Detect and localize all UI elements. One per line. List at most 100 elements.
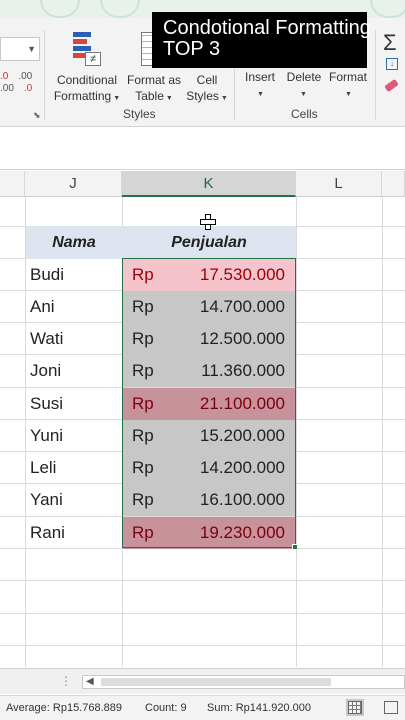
- sales-cell[interactable]: Rp 19.230.000: [123, 517, 295, 549]
- sales-cell[interactable]: Rp 17.530.000: [123, 259, 295, 291]
- name-cell[interactable]: Ani: [30, 291, 122, 323]
- sales-cell[interactable]: Rp 14.200.000: [123, 452, 295, 484]
- sheet-tab-bar: ⋮ ◀: [0, 668, 405, 694]
- number-format-buttons: .0.00 .00.0: [0, 72, 42, 94]
- currency-label: Rp: [132, 523, 154, 542]
- divider: [375, 30, 376, 120]
- corner-header: [0, 171, 25, 197]
- chevron-down-icon: ▼: [257, 91, 264, 98]
- name-cell[interactable]: Yani: [30, 484, 122, 516]
- decimal-label-a: .00: [0, 83, 14, 94]
- amount-value: 11.360.000: [201, 361, 285, 380]
- header-cell-penjualan[interactable]: Penjualan: [122, 226, 296, 259]
- insert-button[interactable]: Insert: [240, 69, 280, 85]
- format-label: Format: [328, 70, 367, 84]
- gridline: [296, 197, 297, 667]
- column-header-j[interactable]: J: [25, 171, 122, 197]
- currency-label: Rp: [132, 426, 154, 445]
- sales-cell[interactable]: Rp 15.200.000: [123, 420, 295, 452]
- status-average: Average: Rp15.768.889: [6, 702, 122, 714]
- fill-handle[interactable]: [292, 544, 298, 550]
- fill-icon[interactable]: ↓: [386, 58, 398, 70]
- chevron-down-icon: ▼: [300, 91, 307, 98]
- currency-label: Rp: [132, 297, 154, 316]
- scroll-left-icon[interactable]: ◀: [86, 676, 94, 688]
- amount-value: 15.200.000: [199, 426, 285, 445]
- font-size-dropdown[interactable]: ▼: [0, 37, 40, 61]
- cs-label-1: Cell: [196, 73, 218, 87]
- gridline: [25, 197, 26, 667]
- amount-value: 19.230.000: [199, 523, 285, 542]
- sales-cell[interactable]: Rp 16.100.000: [123, 484, 295, 516]
- currency-label: Rp: [132, 329, 154, 348]
- cells-group-label: Cells: [291, 107, 318, 121]
- page-layout-view-icon[interactable]: [384, 701, 398, 714]
- status-bar: Average: Rp15.768.889 Count: 9 Sum: Rp14…: [0, 695, 405, 720]
- cell-cursor-icon: [200, 214, 216, 230]
- amount-value: 14.200.000: [199, 458, 285, 477]
- column-header-m[interactable]: [382, 171, 405, 197]
- name-cell[interactable]: Rani: [30, 517, 122, 549]
- column-header-k[interactable]: K: [122, 171, 296, 197]
- conditional-formatting-icon: ≠: [71, 32, 103, 66]
- cf-label-2: Formatting: [53, 89, 112, 103]
- gridline: [382, 197, 383, 667]
- amount-value: 12.500.000: [199, 329, 285, 348]
- status-count: Count: 9: [145, 702, 187, 714]
- normal-view-icon[interactable]: [346, 699, 364, 716]
- cs-label-2: Styles: [186, 89, 219, 103]
- ribbon: ▼ .0.00 .00.0 ⬊ ≠ Conditional Formatting…: [0, 0, 405, 127]
- gridline: [0, 580, 405, 581]
- cf-label-1: Conditional: [56, 73, 118, 87]
- currency-label: Rp: [132, 361, 154, 380]
- dialog-launcher-icon[interactable]: ⬊: [33, 110, 41, 121]
- delete-label: Delete: [286, 70, 322, 84]
- more-options-icon[interactable]: ⋮: [60, 674, 72, 688]
- amount-value: 16.100.000: [199, 490, 285, 509]
- caption-line-2: TOP 3: [163, 38, 221, 60]
- increase-decimal-icon[interactable]: .0: [0, 72, 8, 82]
- conditional-formatting-button[interactable]: ≠ Conditional Formatting ▼: [52, 32, 122, 107]
- name-cell[interactable]: Wati: [30, 323, 122, 355]
- fat-label-1: Format as: [126, 73, 181, 87]
- divider: [44, 30, 45, 120]
- autosum-icon[interactable]: Σ: [383, 30, 397, 56]
- amount-value: 21.100.000: [199, 394, 285, 413]
- sales-cell[interactable]: Rp 11.360.000: [123, 355, 295, 387]
- name-cell[interactable]: Budi: [30, 259, 122, 291]
- format-button[interactable]: Format: [326, 69, 370, 85]
- gridline: [0, 645, 405, 646]
- formula-bar-area: [0, 128, 405, 170]
- fat-label-2: Table: [135, 89, 164, 103]
- sales-cell[interactable]: Rp 21.100.000: [123, 388, 295, 420]
- currency-label: Rp: [132, 394, 154, 413]
- name-cell[interactable]: Susi: [30, 388, 122, 420]
- scroll-thumb[interactable]: [101, 678, 331, 686]
- gridline: [0, 613, 405, 614]
- delete-button[interactable]: Delete: [284, 69, 324, 85]
- insert-label: Insert: [244, 70, 275, 84]
- decrease-decimal-icon[interactable]: .00: [18, 72, 32, 82]
- video-caption-overlay: Condotional Formatting TOP 3: [152, 12, 371, 68]
- chevron-down-icon: ▼: [220, 95, 228, 102]
- column-header-l[interactable]: L: [296, 171, 382, 197]
- amount-value: 14.700.000: [199, 297, 285, 316]
- name-cell[interactable]: Yuni: [30, 420, 122, 452]
- currency-label: Rp: [132, 265, 154, 284]
- name-cell[interactable]: Joni: [30, 355, 122, 387]
- chevron-down-icon: ▼: [113, 95, 121, 102]
- chevron-down-icon: ▼: [165, 95, 173, 102]
- amount-value: 17.530.000: [199, 265, 285, 284]
- header-cell-nama[interactable]: Nama: [26, 226, 122, 259]
- currency-label: Rp: [132, 458, 154, 477]
- chevron-down-icon: ▼: [345, 91, 352, 98]
- decimal-label-b: .0: [23, 83, 33, 94]
- sales-cell[interactable]: Rp 12.500.000: [123, 323, 295, 355]
- horizontal-scrollbar[interactable]: ◀: [82, 675, 405, 689]
- caption-line-1: Condotional Formatting: [163, 17, 371, 39]
- clear-icon[interactable]: [384, 78, 399, 93]
- status-sum: Sum: Rp141.920.000: [207, 702, 311, 714]
- name-cell[interactable]: Leli: [30, 452, 122, 484]
- currency-label: Rp: [132, 490, 154, 509]
- sales-cell[interactable]: Rp 14.700.000: [123, 291, 295, 323]
